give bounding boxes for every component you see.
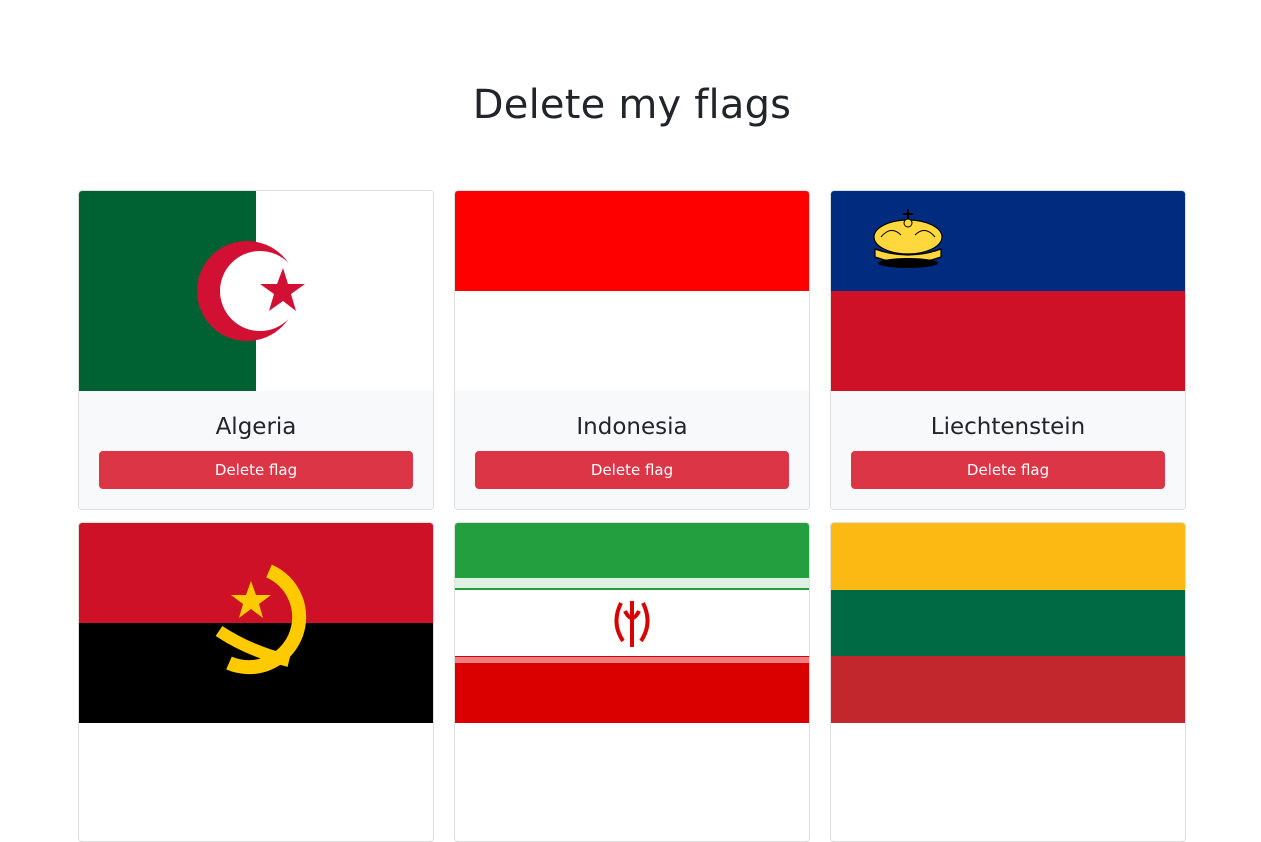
flag-card-liechtenstein: Liechtenstein Delete flag	[830, 190, 1186, 510]
indonesia-flag-icon	[455, 191, 809, 391]
algeria-flag-icon	[79, 191, 433, 391]
card-title: Algeria	[215, 414, 297, 440]
card-body: Liechtenstein Delete flag	[831, 391, 1185, 509]
flag-card-iran	[454, 522, 810, 842]
flag-card-algeria: Algeria Delete flag	[78, 190, 434, 510]
delete-flag-button[interactable]: Delete flag	[475, 451, 789, 489]
card-body: Algeria Delete flag	[79, 391, 433, 509]
delete-flag-button[interactable]: Delete flag	[851, 451, 1165, 489]
card-title: Indonesia	[576, 414, 688, 440]
lithuania-flag-icon	[831, 523, 1185, 723]
angola-flag-icon	[79, 523, 433, 723]
liechtenstein-flag-icon	[831, 191, 1185, 391]
card-title: Liechtenstein	[930, 414, 1086, 440]
flag-card-lithuania	[830, 522, 1186, 842]
flag-card-angola	[78, 522, 434, 842]
delete-flag-button[interactable]: Delete flag	[99, 451, 413, 489]
card-body: Indonesia Delete flag	[455, 391, 809, 509]
flag-card-indonesia: Indonesia Delete flag	[454, 190, 810, 510]
flags-grid: Algeria Delete flag Indonesia Delete fla…	[0, 0, 1261, 842]
iran-flag-icon	[455, 523, 809, 723]
